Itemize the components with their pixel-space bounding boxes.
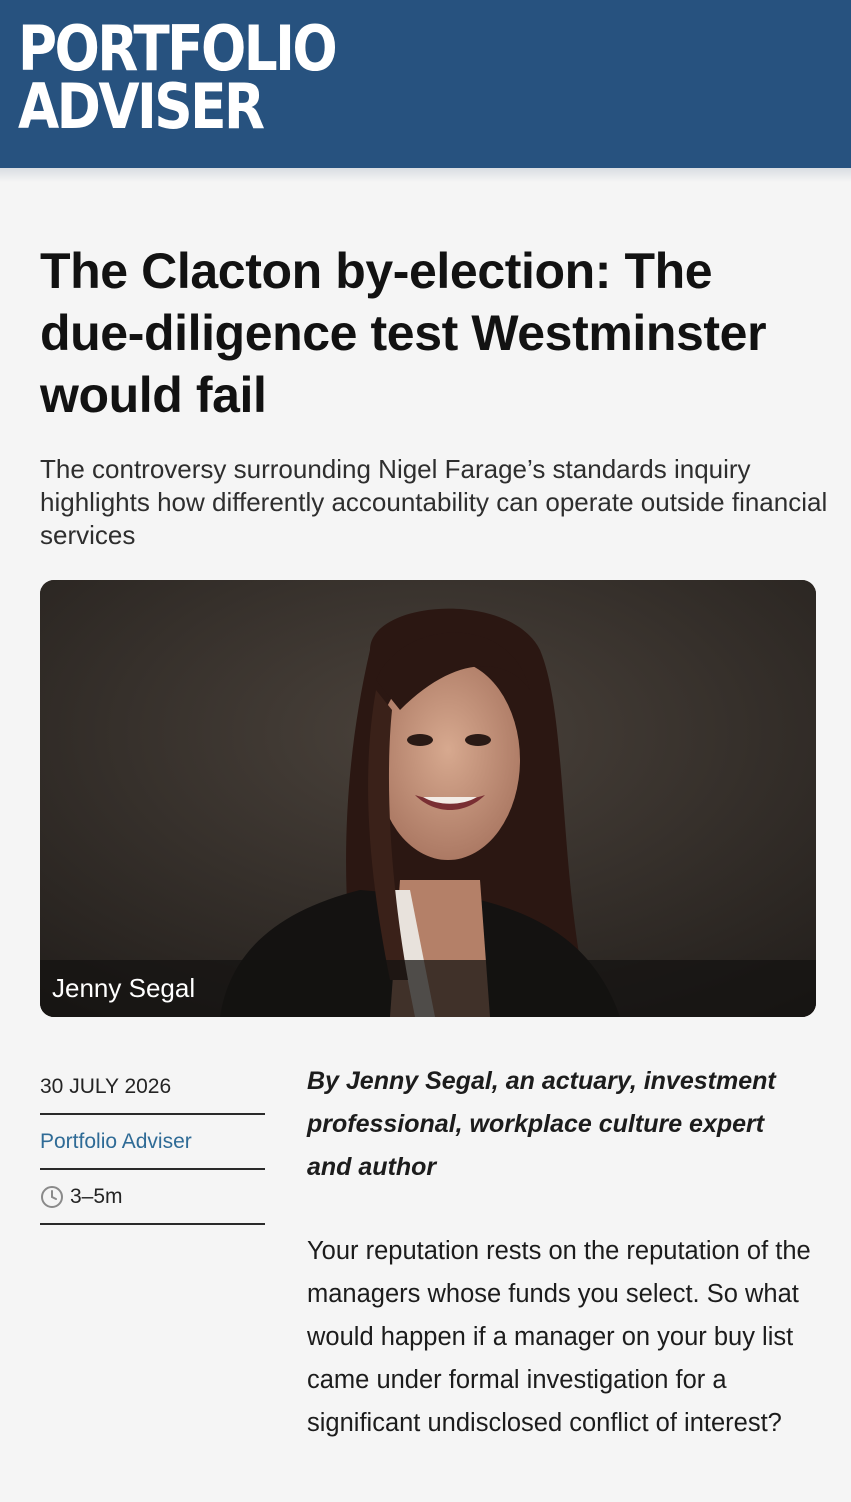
read-time-label: 3–5m	[70, 1184, 123, 1208]
site-logo[interactable]: PORTFOLIO ADVISER	[18, 18, 387, 143]
article-standfirst: The controversy surrounding Nigel Farage…	[40, 454, 828, 550]
read-time: 3–5m	[40, 1170, 265, 1225]
article-date: 30 JULY 2026	[40, 1060, 265, 1115]
header-divider	[0, 168, 851, 182]
image-caption-bar: Jenny Segal	[40, 960, 816, 1017]
article-headline: The Clacton by-election: The due-diligen…	[40, 243, 767, 423]
article-meta: 30 JULY 2026 Portfolio Adviser 3–5m	[40, 1060, 265, 1225]
article-byline: By Jenny Segal, an actuary, investment p…	[307, 1067, 776, 1181]
site-header: PORTFOLIO ADVISER	[0, 0, 851, 168]
portrait-photo	[40, 580, 816, 1017]
image-caption: Jenny Segal	[52, 973, 196, 1003]
publication-link[interactable]: Portfolio Adviser	[40, 1115, 265, 1170]
logo-line-adviser: ADVISER	[18, 70, 265, 143]
article-hero-image: Jenny Segal	[40, 580, 816, 1017]
article-body-paragraph: Your reputation rests on the reputation …	[307, 1237, 811, 1437]
clock-icon	[40, 1185, 64, 1209]
